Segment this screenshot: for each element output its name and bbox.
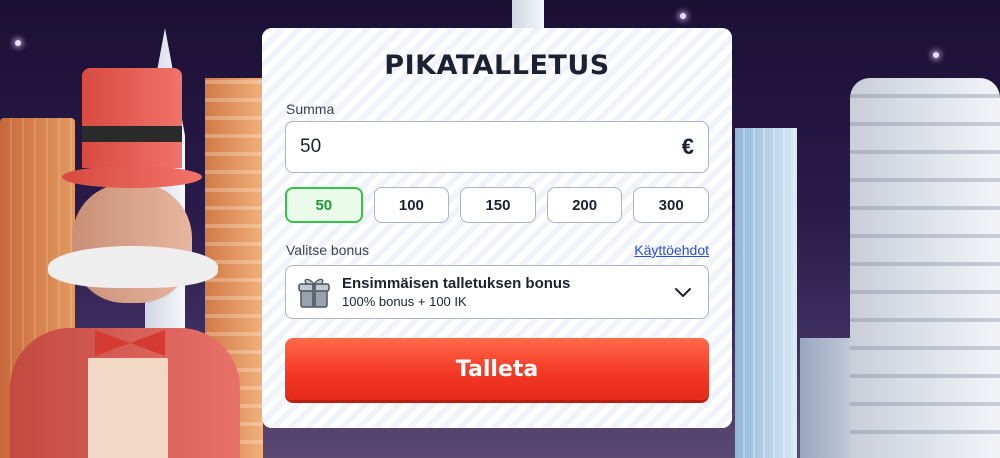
terms-link[interactable]: Käyttöehdot bbox=[634, 242, 709, 258]
amount-label: Summa bbox=[286, 101, 335, 117]
mascot-hat bbox=[82, 68, 182, 168]
star bbox=[933, 52, 939, 58]
bonus-title: Ensimmäisen talletuksen bonus bbox=[342, 275, 571, 292]
mascot-illustration bbox=[0, 68, 250, 458]
bonus-label: Valitse bonus bbox=[286, 242, 370, 258]
preset-button-100[interactable]: 100 bbox=[373, 187, 450, 223]
card-title: PIKATALLETUS bbox=[384, 50, 610, 81]
star bbox=[680, 13, 686, 19]
preset-button-150[interactable]: 150 bbox=[460, 187, 536, 223]
preset-button-200[interactable]: 200 bbox=[546, 187, 623, 223]
euro-icon: € bbox=[681, 134, 694, 159]
star bbox=[15, 40, 21, 46]
building bbox=[850, 78, 1000, 458]
amount-value[interactable]: 50 bbox=[300, 136, 682, 158]
preset-button-50[interactable]: 50 bbox=[285, 187, 363, 223]
preset-button-300[interactable]: 300 bbox=[633, 187, 709, 223]
quick-deposit-card: PIKATALLETUS Summa 50 € 50 100 150 200 3… bbox=[262, 28, 732, 428]
bonus-text: Ensimmäisen talletuksen bonus 100% bonus… bbox=[342, 275, 672, 309]
amount-input[interactable]: 50 € bbox=[285, 121, 709, 173]
building bbox=[735, 128, 797, 458]
bonus-subtitle: 100% bonus + 100 IK bbox=[342, 294, 467, 309]
deposit-button[interactable]: Talleta bbox=[285, 338, 709, 400]
amount-presets: 50 100 150 200 300 bbox=[285, 187, 709, 223]
mascot-hat-band bbox=[82, 126, 182, 142]
chevron-down-icon[interactable] bbox=[672, 281, 694, 303]
mascot-hat-brim bbox=[62, 166, 202, 188]
gift-box-icon bbox=[298, 278, 330, 308]
bonus-select[interactable]: Ensimmäisen talletuksen bonus 100% bonus… bbox=[285, 265, 709, 319]
mascot-moustache bbox=[48, 246, 218, 288]
mascot-vest bbox=[88, 358, 168, 458]
